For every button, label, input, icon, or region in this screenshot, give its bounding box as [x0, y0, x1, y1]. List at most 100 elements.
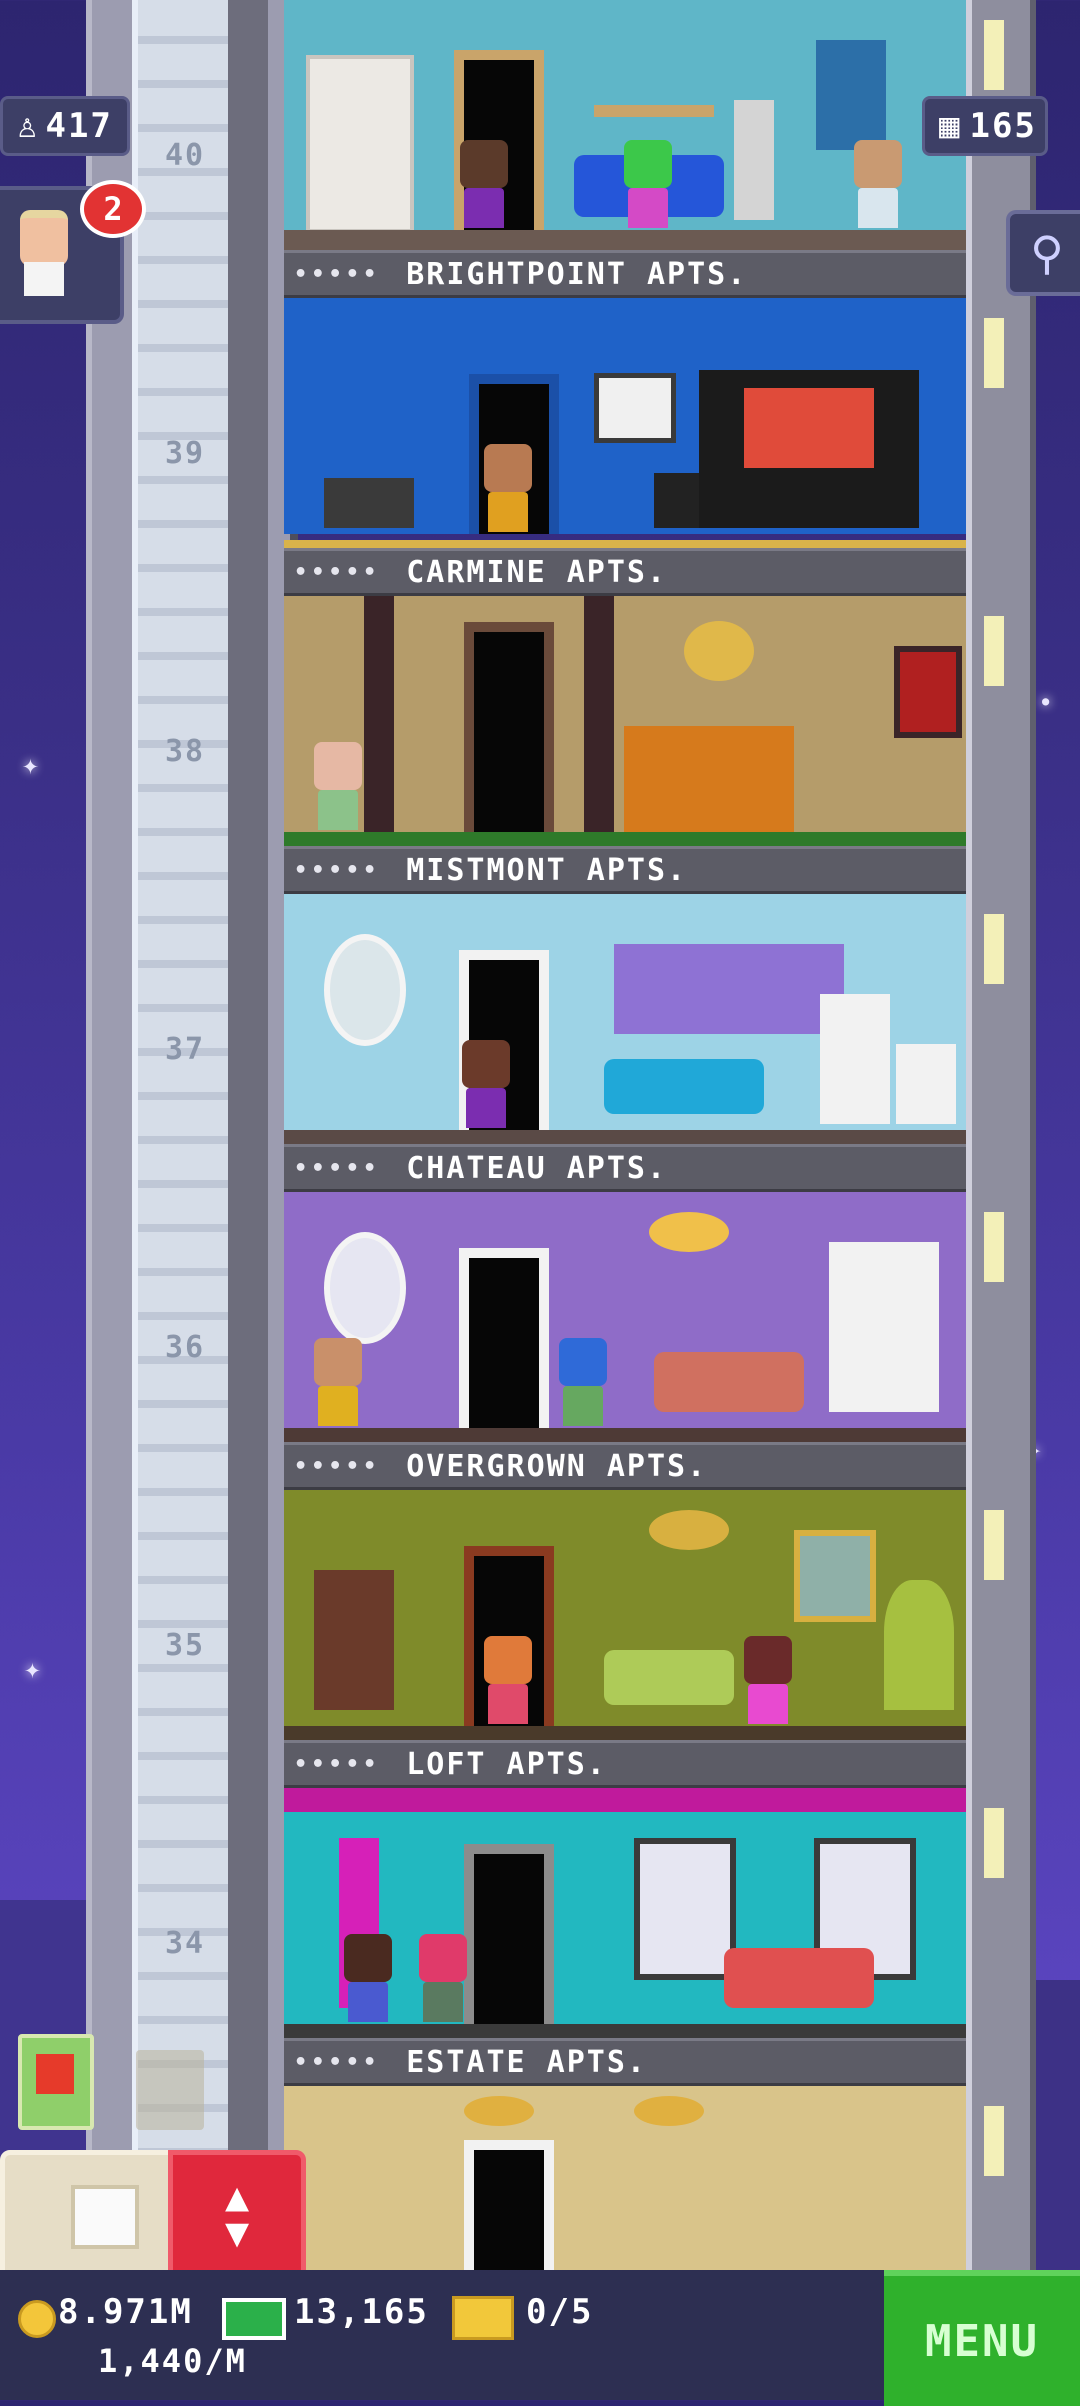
floor-brightpoint[interactable] — [284, 0, 966, 250]
tenant[interactable] — [624, 140, 672, 228]
floor-loft[interactable] — [284, 1490, 966, 1746]
vip-visitor-button[interactable]: 2 — [0, 180, 146, 324]
build-floor-button[interactable] — [0, 2150, 178, 2280]
apartment-door — [464, 2140, 554, 2270]
floor-number-39: 39 — [164, 436, 206, 471]
pillar — [364, 596, 394, 832]
star-rating: ••••• — [294, 857, 381, 883]
tenant[interactable] — [559, 1338, 607, 1426]
floor-name: CARMINE APTS. — [406, 554, 668, 590]
bux-value: 13,165 — [294, 2292, 429, 2332]
tenant[interactable] — [854, 140, 902, 228]
chandelier — [649, 1510, 729, 1550]
visitor-avatar-body — [24, 262, 64, 296]
floor-label-chateau[interactable]: ••••• CHATEAU APTS. — [284, 1144, 966, 1192]
wall-painting — [794, 1530, 876, 1622]
population-counter[interactable]: ♙ 417 — [0, 96, 130, 156]
population-value: 417 — [45, 106, 113, 146]
television — [744, 388, 874, 468]
tenant[interactable] — [484, 1636, 532, 1724]
coin-icon — [18, 2300, 56, 2338]
window — [634, 1838, 736, 1980]
potted-plant — [884, 1580, 954, 1710]
star-rating: ••••• — [294, 261, 381, 287]
floor-name: BRIGHTPOINT APTS. — [406, 256, 748, 292]
floor-number-40: 40 — [164, 138, 206, 173]
floors-value: 165 — [969, 106, 1037, 146]
floor-partial-lobby[interactable] — [284, 2086, 966, 2270]
chandelier — [634, 2096, 704, 2126]
tenant[interactable] — [462, 1040, 510, 1128]
tenant[interactable] — [314, 742, 362, 830]
window-light — [984, 914, 1004, 984]
coin-rate-value: 1,440/M — [98, 2342, 247, 2380]
window-light — [984, 2106, 1004, 2176]
star-rating: ••••• — [294, 1751, 381, 1777]
floor-overgrown[interactable] — [284, 1192, 966, 1448]
menu-button[interactable]: MENU — [884, 2270, 1080, 2406]
floor-estate[interactable] — [284, 1788, 966, 2044]
faded-item-icon — [136, 2050, 204, 2130]
chandelier — [684, 621, 754, 681]
floor-mistmont[interactable] — [284, 596, 966, 852]
magnifier-icon[interactable]: ⚲ — [1006, 210, 1080, 296]
elevator-button[interactable]: ▲ ▼ — [168, 2150, 306, 2280]
chandelier — [649, 1212, 729, 1252]
floor-number-34: 34 — [164, 1926, 206, 1961]
star-decoration: ● — [1042, 694, 1050, 708]
sofa — [604, 1650, 734, 1705]
floor-carmine[interactable] — [284, 298, 966, 554]
blue-window-shutter — [816, 40, 886, 150]
window-light — [984, 318, 1004, 388]
floor-number-35: 35 — [164, 1628, 206, 1663]
coins-value: 8.971M — [58, 2292, 193, 2332]
floor-name: ESTATE APTS. — [406, 2044, 647, 2080]
ceiling-beam — [284, 1788, 966, 1812]
floor-label-carmine[interactable]: ••••• CARMINE APTS. — [284, 548, 966, 596]
floor-chateau[interactable] — [284, 894, 966, 1150]
cash-icon — [222, 2298, 286, 2340]
wall-painting — [594, 373, 676, 443]
floor-label-overgrown[interactable]: ••••• OVERGROWN APTS. — [284, 1442, 966, 1490]
elevator-arrows-icon: ▲ ▼ — [224, 2174, 250, 2256]
bookcase — [306, 55, 414, 233]
floor-name: OVERGROWN APTS. — [406, 1448, 708, 1484]
floor-number-37: 37 — [164, 1032, 206, 1067]
notification-badge: 2 — [80, 180, 146, 238]
floor-number-36: 36 — [164, 1330, 206, 1365]
tenant[interactable] — [484, 444, 532, 532]
fries-item-icon[interactable] — [18, 2034, 94, 2130]
box-icon — [71, 2185, 139, 2249]
tenant[interactable] — [460, 140, 508, 228]
floor-label-mistmont[interactable]: ••••• MISTMONT APTS. — [284, 846, 966, 894]
tenant[interactable] — [344, 1934, 392, 2022]
building-icon: ▦ — [939, 106, 962, 146]
speaker — [654, 473, 704, 528]
star-rating: ••••• — [294, 1453, 381, 1479]
floor-number-38: 38 — [164, 734, 206, 769]
floor-label-estate[interactable]: ••••• ESTATE APTS. — [284, 2038, 966, 2086]
star-decoration: ✦ — [24, 1652, 41, 1685]
tenant[interactable] — [744, 1636, 792, 1724]
floor-label-loft[interactable]: ••••• LOFT APTS. — [284, 1740, 966, 1788]
elevator-rail — [228, 0, 268, 2150]
tenant[interactable] — [314, 1338, 362, 1426]
star-rating: ••••• — [294, 1155, 381, 1181]
apartment-door — [464, 622, 554, 832]
floor-lamp — [734, 100, 774, 220]
framed-portrait — [894, 646, 962, 738]
star-rating: ••••• — [294, 559, 381, 585]
elevator-shaft[interactable] — [132, 0, 240, 2150]
tenant[interactable] — [419, 1934, 467, 2022]
sofa — [724, 1948, 874, 2008]
visitor-avatar-icon — [20, 210, 68, 266]
sofa — [654, 1352, 804, 1412]
floor-label-brightpoint[interactable]: ••••• BRIGHTPOINT APTS. — [284, 250, 966, 298]
bookshelf — [314, 1570, 394, 1710]
floors-counter[interactable]: ▦ 165 — [922, 96, 1048, 156]
chandelier — [464, 2096, 534, 2126]
tickets-value: 0/5 — [526, 2292, 594, 2332]
star-rating: ••••• — [294, 2049, 381, 2075]
dining-table — [324, 478, 414, 528]
oval-mirror — [324, 1232, 406, 1344]
